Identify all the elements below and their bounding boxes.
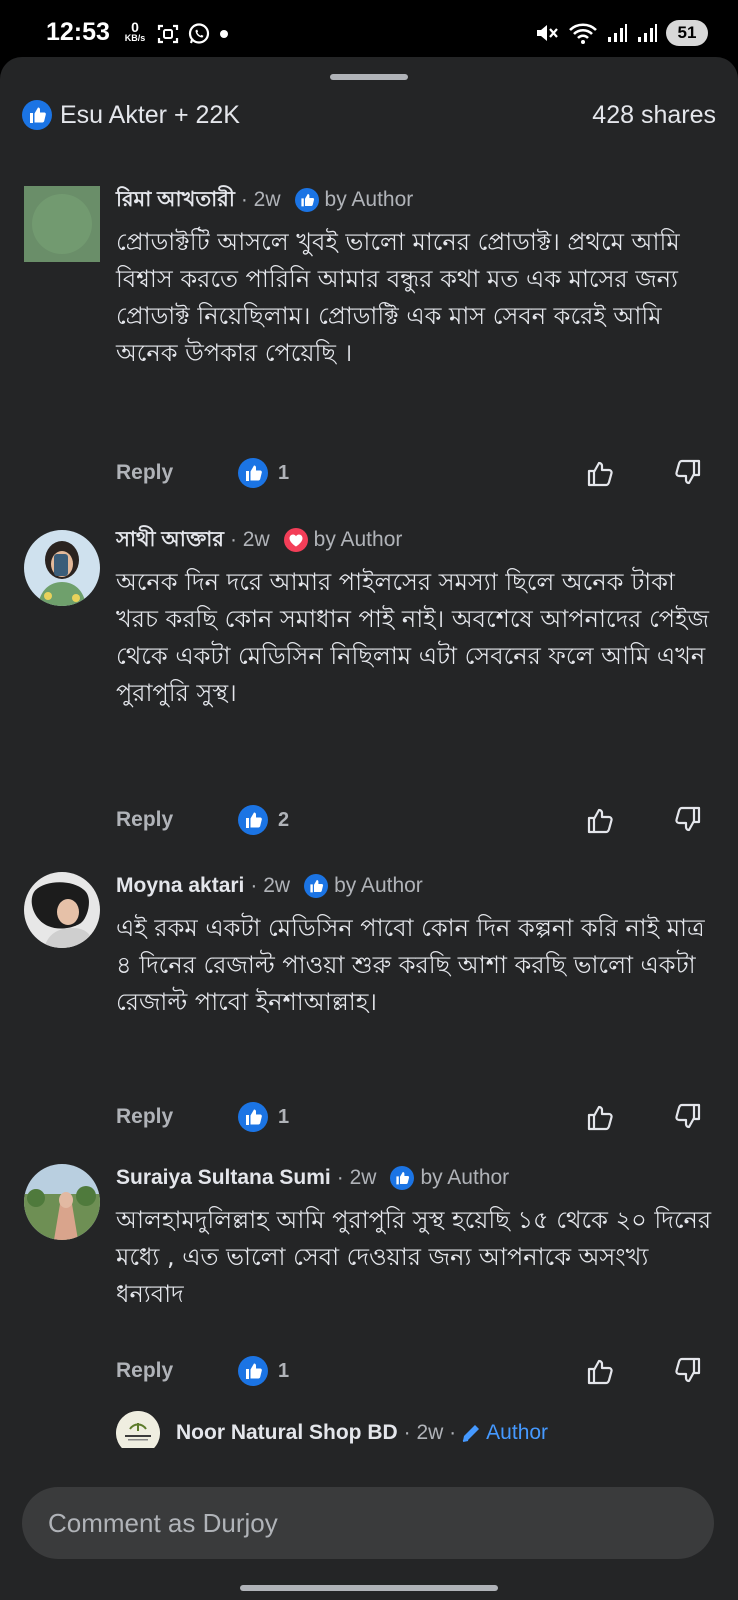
reaction-count[interactable]: 2 <box>238 803 289 837</box>
reactions-left[interactable]: Esu Akter + 22K <box>22 100 240 130</box>
comment-actions: Reply 1 <box>116 1354 716 1388</box>
reaction-count-value: 2 <box>278 808 290 831</box>
notification-dot-icon <box>220 30 228 38</box>
reply-button[interactable]: Reply <box>116 1359 173 1383</box>
love-reaction-icon <box>283 528 308 552</box>
comment-header: Suraiya Sultana Sumi · 2w by Author <box>116 1162 716 1194</box>
comment-time: · 2w <box>336 1166 377 1189</box>
downvote-icon[interactable] <box>672 805 702 835</box>
author-reaction-badge: by Author <box>304 874 423 898</box>
reaction-count[interactable]: 1 <box>238 1354 289 1388</box>
comment-text: প্রোডাক্টটি আসলে খুবই ভালো মানের প্রোডাক… <box>116 228 680 367</box>
downvote-icon[interactable] <box>672 458 702 488</box>
pencil-icon <box>462 1425 480 1442</box>
reaction-count-value: 1 <box>278 1359 290 1382</box>
reaction-count-value: 1 <box>278 461 290 484</box>
comment-actions: Reply 1 <box>116 1100 716 1134</box>
comment-header: Moyna aktari · 2w by Author <box>116 870 716 902</box>
avatar[interactable] <box>24 186 100 262</box>
comment-actions: Reply 1 <box>116 456 716 490</box>
comment-time: · 2w <box>229 528 270 551</box>
like-reaction-icon <box>238 805 268 835</box>
reaction-count-value: 1 <box>278 1105 290 1128</box>
mute-icon <box>537 25 558 41</box>
commenter-name[interactable]: রিমা আখতারী <box>116 183 235 218</box>
comment-body: রিমা আখতারী · 2w by Author প্রোডাক্টটি আ… <box>116 184 716 372</box>
commenter-name[interactable]: সাথী আক্তার <box>116 523 224 558</box>
reply-button[interactable]: Reply <box>116 1105 173 1129</box>
avatar[interactable] <box>24 530 100 606</box>
status-right-icons: 51 <box>534 20 708 46</box>
comment-body: Suraiya Sultana Sumi · 2w by Author আলহা… <box>116 1162 716 1313</box>
upvote-icon[interactable] <box>586 1356 616 1386</box>
comment-input[interactable]: Comment as Durjoy <box>22 1487 714 1559</box>
author-label: Author <box>460 1421 548 1445</box>
avatar[interactable] <box>24 1164 100 1240</box>
author-badge-label: by Author <box>334 874 423 897</box>
status-bar: 12:53 0 KB/s 51 <box>0 0 738 64</box>
signal-icon-2 <box>638 24 657 42</box>
author-label-text: Author <box>486 1421 549 1444</box>
whatsapp-icon <box>188 23 210 44</box>
comment-text: অনেক দিন দরে আমার পাইলসের সমস্যা ছিলে অন… <box>116 568 709 707</box>
avatar[interactable] <box>24 872 100 948</box>
reply-button[interactable]: Reply <box>116 808 173 832</box>
comment-header: সাথী আক্তার · 2w by Author <box>116 524 716 556</box>
commenter-name[interactable]: Suraiya Sultana Sumi <box>116 1166 331 1190</box>
network-speed-unit: KB/s <box>124 33 146 43</box>
page-name[interactable]: Noor Natural Shop BD <box>176 1421 398 1445</box>
status-left-icons <box>157 22 229 46</box>
comment-actions: Reply 2 <box>116 803 716 837</box>
sheet-drag-handle[interactable] <box>330 74 408 80</box>
reactions-summary[interactable]: Esu Akter + 22K 428 shares <box>22 97 716 133</box>
comment-body: সাথী আক্তার · 2w by Author অনেক দিন দরে … <box>116 524 716 712</box>
comment-header: রিমা আখতারী · 2w by Author <box>116 184 716 216</box>
reply-button[interactable]: Reply <box>116 461 173 485</box>
reaction-count[interactable]: 1 <box>238 1100 289 1134</box>
upvote-icon[interactable] <box>586 458 616 488</box>
author-badge-label: by Author <box>313 528 403 551</box>
like-reaction-icon <box>238 458 268 488</box>
wifi-icon <box>569 23 597 44</box>
upvote-icon[interactable] <box>586 805 616 835</box>
comment-body: Moyna aktari · 2w by Author এই রকম একটা … <box>116 870 716 1021</box>
status-time: 12:53 <box>46 18 110 46</box>
author-reaction-badge: by Author <box>283 528 403 552</box>
like-reaction-icon <box>390 1166 415 1190</box>
like-reaction-icon <box>304 874 329 898</box>
network-speed-value: 0 <box>131 19 139 35</box>
upvote-icon[interactable] <box>586 1102 616 1132</box>
comment-text: এই রকম একটা মেডিসিন পাবো কোন দিন কল্পনা … <box>116 914 705 1016</box>
like-reaction-icon <box>238 1102 268 1132</box>
like-reaction-icon <box>294 188 319 212</box>
downvote-icon[interactable] <box>672 1102 702 1132</box>
screenshot-icon <box>157 24 179 44</box>
commenter-name[interactable]: Moyna aktari <box>116 874 244 898</box>
author-badge-label: by Author <box>420 1166 510 1189</box>
author-reaction-badge: by Author <box>390 1166 509 1190</box>
author-badge-label: by Author <box>324 188 414 211</box>
reply-time: · 2w · <box>403 1421 457 1444</box>
like-reaction-icon <box>238 1356 268 1386</box>
author-reaction-badge: by Author <box>294 188 414 212</box>
like-reaction-icon <box>22 100 52 130</box>
reaction-count[interactable]: 1 <box>238 456 289 490</box>
downvote-icon[interactable] <box>672 1356 702 1386</box>
shares-count[interactable]: 428 shares <box>592 101 716 130</box>
comment-time: · 2w <box>240 188 281 211</box>
reactors-text: Esu Akter + 22K <box>60 100 240 129</box>
comment-text: আলহামদুলিল্লাহ আমি পুরাপুরি সুস্থ হয়েছি… <box>116 1206 712 1308</box>
battery-indicator: 51 <box>666 20 708 46</box>
comment-time: · 2w <box>250 874 291 897</box>
gesture-nav-bar[interactable] <box>240 1585 498 1591</box>
signal-icon-1 <box>608 24 627 42</box>
network-speed: 0 KB/s <box>122 20 148 43</box>
